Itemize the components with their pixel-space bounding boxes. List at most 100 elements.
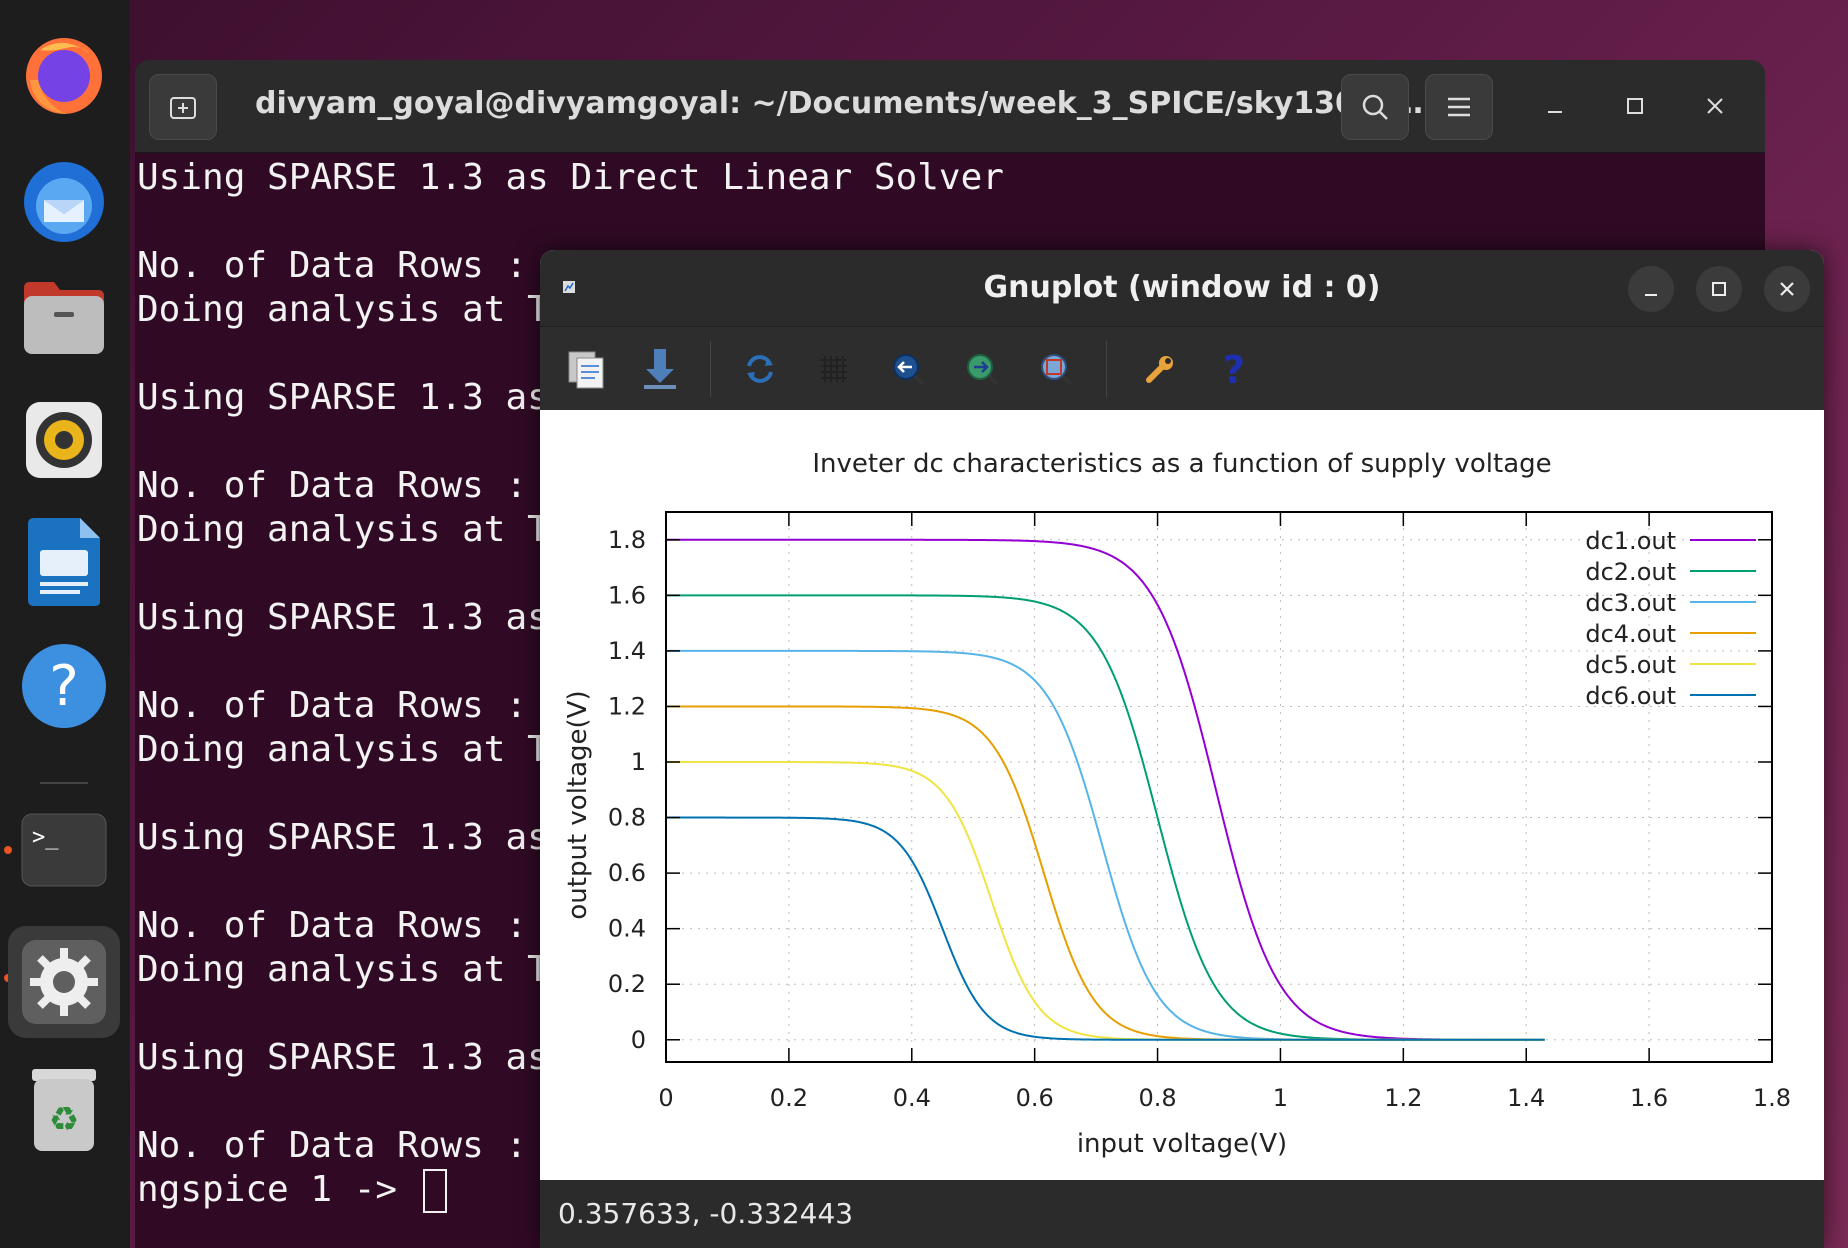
next-zoom-button[interactable] [958, 345, 1006, 393]
copy-icon [568, 351, 604, 389]
x-tick-label: 0.4 [893, 1084, 931, 1112]
dock-item-rhythmbox[interactable] [14, 390, 114, 490]
dock-item-firefox[interactable] [14, 24, 114, 124]
maximize-icon [1627, 98, 1643, 114]
legend-label: dc6.out [1585, 682, 1676, 710]
x-tick-label: 0.6 [1016, 1084, 1054, 1112]
legend-label: dc1.out [1585, 527, 1676, 555]
x-tick-label: 1.4 [1507, 1084, 1545, 1112]
terminal-title: divyam_goyal@divyamgoyal: ~/Documents/we… [255, 86, 1445, 121]
x-tick-label: 0.8 [1138, 1084, 1176, 1112]
running-indicator [4, 846, 12, 854]
terminal-header: divyam_goyal@divyamgoyal: ~/Documents/we… [135, 60, 1765, 153]
y-tick-label: 0.2 [608, 970, 646, 998]
minimize-icon [1548, 111, 1562, 113]
autoscale-button[interactable] [1032, 345, 1080, 393]
help-icon: ? [22, 644, 106, 728]
series-line-dc3-out [666, 649, 1545, 1041]
x-axis-label: input voltage(V) [1077, 1129, 1287, 1159]
legend-label: dc3.out [1585, 589, 1676, 617]
settings-icon [22, 940, 106, 1024]
svg-text:?: ? [49, 654, 79, 719]
terminal-close-button[interactable] [1697, 88, 1733, 124]
x-tick-label: 1.6 [1630, 1084, 1668, 1112]
y-axis-label: output voltage(V) [563, 690, 593, 919]
terminal-menu-button[interactable] [1425, 74, 1493, 140]
maximize-icon [1712, 282, 1726, 296]
gnuplot-statusbar: 0.357633, -0.332443 [540, 1180, 1824, 1248]
replot-icon [747, 355, 773, 383]
settings-button[interactable] [1136, 345, 1184, 393]
dock: ? >_ ♻ [0, 0, 130, 1248]
dock-separator [40, 782, 88, 784]
terminal-search-button[interactable] [1341, 74, 1409, 140]
terminal-line: Using SPARSE 1.3 as Direct Linear Solver [137, 157, 1004, 198]
terminal-prompt: ngspice 1 -> [137, 1169, 419, 1210]
terminal-minimize-button[interactable] [1537, 88, 1573, 124]
next-zoom-icon [967, 354, 999, 386]
firefox-icon [26, 38, 102, 114]
terminal-maximize-button[interactable] [1617, 88, 1653, 124]
y-tick-label: 1 [631, 748, 646, 776]
dock-item-files[interactable] [14, 268, 114, 368]
dock-item-help[interactable]: ? [14, 636, 114, 736]
series-line-dc6-out [666, 816, 1545, 1041]
gnuplot-maximize-button[interactable] [1696, 266, 1742, 312]
legend-label: dc5.out [1585, 651, 1676, 679]
gnuplot-header: Gnuplot (window id : 0) [540, 250, 1824, 326]
legend-label: dc2.out [1585, 558, 1676, 586]
series-line-dc4-out [666, 705, 1545, 1041]
thunderbird-icon [24, 162, 104, 242]
x-tick-label: 0 [658, 1084, 673, 1112]
previous-zoom-button[interactable] [884, 345, 932, 393]
export-button[interactable] [636, 345, 684, 393]
y-tick-label: 1.8 [608, 526, 646, 554]
rhythmbox-icon [26, 402, 102, 478]
settings-wrench-icon [1146, 356, 1173, 383]
help-button[interactable]: ? [1210, 345, 1258, 393]
y-tick-label: 0 [631, 1026, 646, 1054]
x-tick-label: 1.8 [1753, 1084, 1791, 1112]
cursor-coordinates: 0.357633, -0.332443 [558, 1197, 854, 1230]
new-tab-button[interactable] [149, 74, 217, 140]
new-tab-icon [170, 97, 196, 119]
dock-item-terminal[interactable]: >_ [14, 800, 114, 900]
dock-item-thunderbird[interactable] [14, 152, 114, 252]
series-line-dc5-out [666, 761, 1545, 1041]
close-icon [1707, 98, 1723, 114]
y-tick-label: 1.2 [608, 692, 646, 720]
dock-item-settings[interactable] [8, 926, 120, 1038]
chart-title: Inveter dc characteristics as a function… [812, 449, 1551, 479]
gnuplot-window[interactable]: Gnuplot (window id : 0) ? Inveter dc cha… [540, 250, 1824, 1248]
dock-item-trash[interactable]: ♻ [14, 1060, 114, 1160]
y-tick-label: 1.6 [608, 581, 646, 609]
x-tick-label: 0.2 [770, 1084, 808, 1112]
autoscale-icon [1041, 354, 1073, 386]
gnuplot-minimize-button[interactable] [1628, 266, 1674, 312]
search-icon [1362, 94, 1388, 120]
terminal-icon: >_ [21, 813, 107, 887]
trash-icon: ♻ [32, 1069, 96, 1151]
legend-label: dc4.out [1585, 620, 1676, 648]
replot-button[interactable] [736, 345, 784, 393]
copy-button[interactable] [562, 345, 610, 393]
x-tick-label: 1.2 [1384, 1084, 1422, 1112]
files-icon [24, 282, 104, 354]
minimize-icon [1645, 294, 1657, 296]
writer-icon [28, 518, 100, 606]
y-tick-label: 0.4 [608, 915, 646, 943]
y-tick-label: 0.8 [608, 804, 646, 832]
toolbar-separator [1106, 341, 1107, 397]
plot-canvas[interactable]: Inveter dc characteristics as a function… [540, 410, 1824, 1180]
svg-text:♻: ♻ [49, 1100, 79, 1140]
svg-text:>_: >_ [32, 825, 59, 850]
previous-zoom-icon [893, 354, 925, 386]
export-icon [644, 349, 676, 389]
gnuplot-close-button[interactable] [1764, 266, 1810, 312]
plot-area[interactable]: Inveter dc characteristics as a function… [540, 410, 1824, 1180]
y-tick-label: 1.4 [608, 637, 646, 665]
dock-item-writer[interactable] [14, 512, 114, 612]
grid-icon [821, 356, 847, 382]
grid-button[interactable] [810, 345, 858, 393]
